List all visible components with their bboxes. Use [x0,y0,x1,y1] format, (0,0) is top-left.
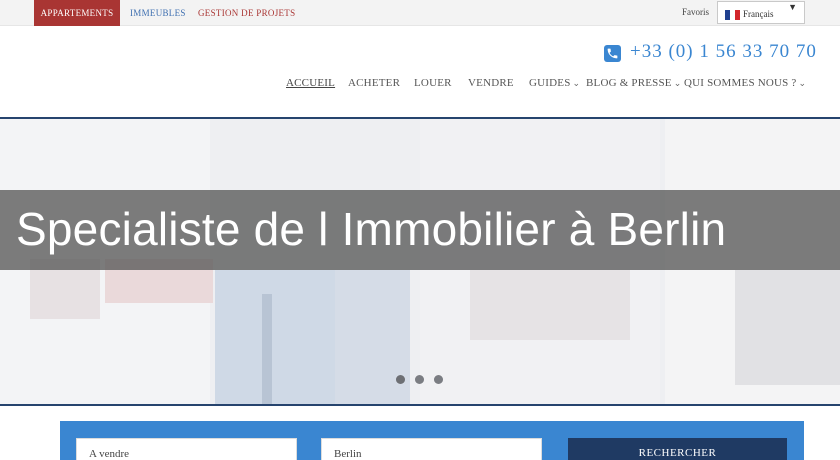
nav-qui-sommes-nous[interactable]: Qui sommes nous ? ⌄ [684,77,806,89]
hero-background-tower [262,294,272,404]
hero-title: Specialiste de l Immobilier à Berlin [16,203,727,255]
nav-label: Louer [414,77,452,89]
nav-acheter[interactable]: Acheter [348,77,400,89]
nav-label: Vendre [468,77,514,89]
nav-label: Qui sommes nous ? [684,77,797,89]
flag-icon [725,10,740,20]
caret-down-icon: ▼ [788,2,797,12]
nav-label: Blog & Presse [586,77,672,89]
nav-vendre[interactable]: Vendre [468,77,514,89]
slider-dot-3[interactable] [434,375,443,384]
tab-appartements[interactable]: Appartements [34,0,120,26]
phone-icon [604,45,621,62]
nav-label: Accueil [286,77,336,89]
slider-dot-1[interactable] [396,375,405,384]
nav-louer[interactable]: Louer [414,77,452,89]
nav-label: Guides [529,77,571,89]
nav-accueil[interactable]: Accueil [286,77,335,89]
search-form: A vendre Berlin RECHERCHER [60,421,804,460]
search-button[interactable]: RECHERCHER [568,438,787,460]
tab-gestion-de-projets[interactable]: Gestion de projets [198,0,295,26]
hero-slider: Specialiste de l Immobilier à Berlin [0,119,840,404]
language-select[interactable]: Français ▼ [717,1,805,24]
site-header: +33 (0) 1 56 33 70 70 Accueil Acheter Lo… [0,27,840,117]
transaction-type-field[interactable]: A vendre [76,438,297,460]
phone-number[interactable]: +33 (0) 1 56 33 70 70 [630,41,817,63]
hero-background-building [470,270,630,340]
nav-guides[interactable]: Guides ⌄ [529,77,580,89]
chevron-down-icon: ⌄ [798,78,807,88]
search-section: A vendre Berlin RECHERCHER [0,406,840,460]
nav-label: Acheter [348,77,401,89]
city-field[interactable]: Berlin [321,438,542,460]
language-label: Français [743,9,774,19]
slider-dot-2[interactable] [415,375,424,384]
tab-immeubles[interactable]: Immeubles [130,0,186,26]
hero-background-facade [735,270,840,385]
top-bar: Appartements Immeubles Gestion de projet… [0,0,840,26]
chevron-down-icon: ⌄ [673,78,682,88]
favoris-link[interactable]: Favoris [682,7,709,17]
chevron-down-icon: ⌄ [572,78,581,88]
nav-blog-presse[interactable]: Blog & Presse ⌄ [586,77,681,89]
hero-background-tower-image [215,270,335,404]
